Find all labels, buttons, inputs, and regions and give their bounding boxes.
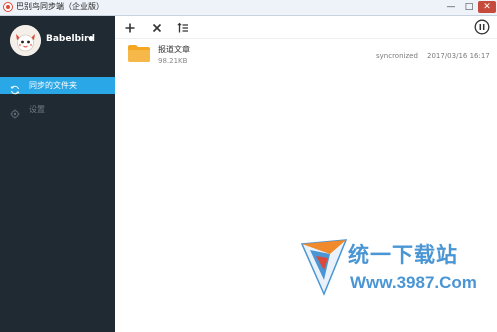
- gear-icon: [10, 104, 20, 119]
- app-icon: [3, 2, 13, 12]
- sidebar: Babelbird 同步的文件夹 设置: [0, 16, 115, 332]
- sidebar-item-synced-folders[interactable]: 同步的文件夹: [0, 77, 115, 95]
- file-size: 98.21KB: [158, 57, 188, 65]
- file-date: 2017/03/16 16:17: [427, 52, 490, 60]
- close-button[interactable]: ✕: [478, 1, 496, 13]
- sidebar-item-label: 同步的文件夹: [29, 81, 77, 90]
- file-name: 报道文章: [158, 45, 190, 54]
- remove-icon[interactable]: [150, 20, 164, 34]
- avatar[interactable]: [10, 25, 41, 56]
- sidebar-item-settings[interactable]: 设置: [0, 101, 115, 119]
- watermark-logo: [300, 238, 348, 296]
- folder-icon: [128, 45, 150, 62]
- pause-icon[interactable]: [474, 19, 490, 35]
- sync-icon: [10, 80, 20, 95]
- watermark: 统一下载站 Www.3987.Com: [300, 236, 495, 300]
- sidebar-item-label: 设置: [29, 105, 45, 114]
- chevron-down-icon[interactable]: [88, 37, 94, 41]
- toolbar: [115, 16, 497, 39]
- add-icon[interactable]: [123, 20, 137, 34]
- watermark-text: 统一下载站: [348, 243, 458, 267]
- minimize-button[interactable]: —: [443, 1, 459, 13]
- sort-icon[interactable]: [176, 20, 190, 34]
- maximize-button[interactable]: □: [461, 1, 477, 13]
- list-item[interactable]: 报道文章 98.21KB syncronized 2017/03/16 16:1…: [115, 40, 497, 68]
- watermark-url: Www.3987.Com: [350, 273, 477, 292]
- sync-status: syncronized: [376, 52, 418, 60]
- window-titlebar: 巴别鸟同步端（企业版） — □ ✕: [0, 0, 497, 16]
- window-title: 巴别鸟同步端（企业版）: [16, 2, 104, 11]
